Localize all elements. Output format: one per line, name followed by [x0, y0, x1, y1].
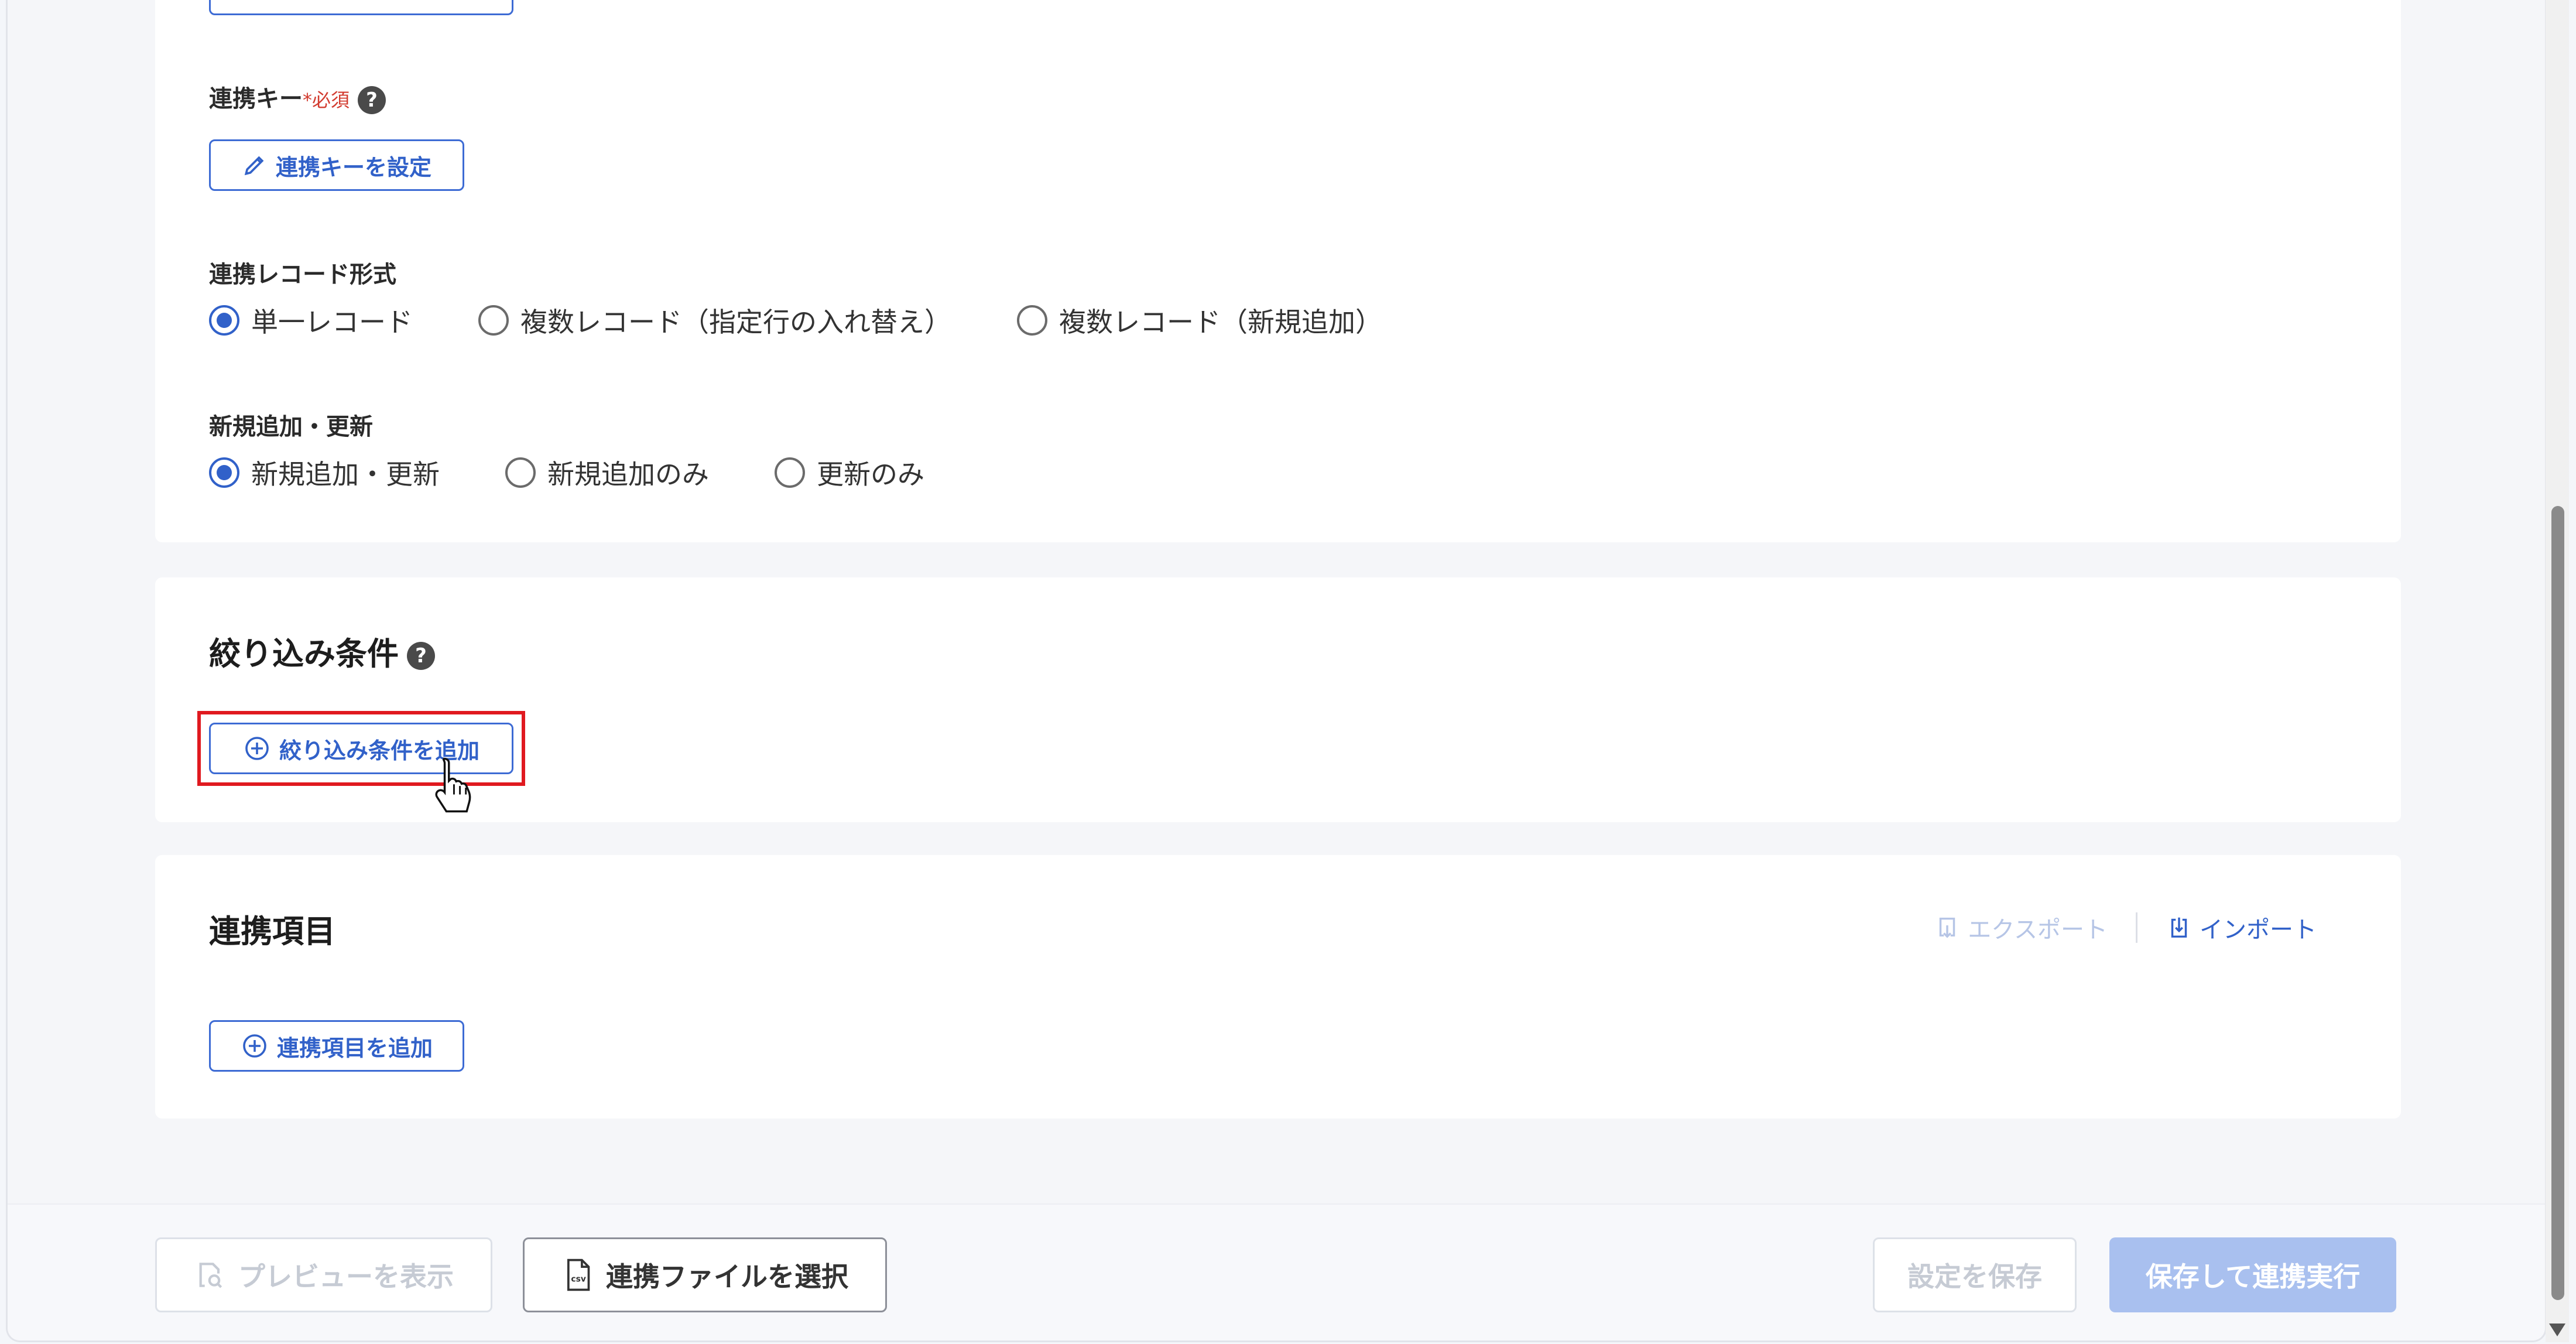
export-link[interactable]: エクスポート	[1934, 911, 2108, 945]
preview-button-label: プレビューを表示	[238, 1261, 454, 1292]
export-icon	[1939, 917, 1955, 938]
required-text: 必須	[312, 89, 350, 111]
plus-circle-icon	[243, 1034, 266, 1058]
radio-button[interactable]	[478, 305, 509, 336]
previous-button-partial[interactable]	[209, 0, 513, 15]
link-divider	[2136, 912, 2137, 943]
settings-panel: 連携キー*必須? 連携キーを設定 連携レコード形式 単一レコード 複数レコード（…	[6, 0, 2547, 1342]
integration-key-label: 連携キー*必須?	[209, 80, 386, 114]
hand-cursor-icon	[435, 758, 471, 813]
add-integration-field-label: 連携項目を追加	[276, 1035, 433, 1061]
radio-button[interactable]	[209, 457, 239, 488]
record-format-label: 連携レコード形式	[209, 261, 396, 288]
radio-button[interactable]	[505, 457, 536, 488]
save-settings-label: 設定を保存	[1907, 1261, 2042, 1292]
radio-option-single-record[interactable]: 単一レコード	[209, 301, 413, 340]
select-file-label: 連携ファイルを選択	[606, 1261, 848, 1292]
fields-section-title: 連携項目	[209, 913, 335, 950]
radio-button[interactable]	[209, 305, 239, 336]
pencil-icon	[244, 156, 264, 176]
radio-option-update-only[interactable]: 更新のみ	[775, 453, 924, 492]
preview-search-icon	[199, 1263, 222, 1288]
export-import-links: エクスポート インポート	[1934, 911, 2317, 945]
csv-file-icon: csv	[567, 1258, 590, 1291]
radio-button[interactable]	[775, 457, 805, 488]
scrollbar-thumb[interactable]	[2551, 506, 2564, 1300]
radio-label: 更新のみ	[817, 459, 924, 490]
save-and-run-label: 保存して連携実行	[2145, 1261, 2361, 1292]
record-format-radio-group: 単一レコード 複数レコード（指定行の入れ替え） 複数レコード（新規追加）	[209, 301, 1448, 340]
filter-title-text: 絞り込み条件	[209, 635, 399, 672]
select-integration-file-button[interactable]: csv 連携ファイルを選択	[523, 1237, 887, 1312]
add-integration-field-button[interactable]: 連携項目を追加	[209, 1020, 464, 1072]
radio-option-multi-add[interactable]: 複数レコード（新規追加）	[1017, 301, 1382, 340]
import-link[interactable]: インポート	[2166, 911, 2317, 945]
radio-label: 新規追加・更新	[251, 459, 440, 490]
help-icon[interactable]: ?	[358, 86, 386, 114]
preview-button[interactable]: プレビューを表示	[155, 1237, 492, 1312]
required-mark: *	[303, 89, 312, 111]
vertical-scrollbar[interactable]	[2546, 0, 2569, 1342]
radio-option-add-update[interactable]: 新規追加・更新	[209, 453, 440, 492]
footer-action-bar: プレビューを表示 csv 連携ファイルを選択 設定を保存 保存して連携実行	[8, 1203, 2545, 1340]
radio-label: 単一レコード	[251, 306, 413, 338]
csv-icon-text: csv	[571, 1275, 585, 1284]
radio-button[interactable]	[1017, 305, 1047, 336]
import-label: インポート	[2200, 916, 2317, 943]
export-label: エクスポート	[1968, 916, 2108, 943]
scroll-down-arrow-icon[interactable]	[2549, 1324, 2565, 1336]
set-integration-key-button[interactable]: 連携キーを設定	[209, 139, 464, 191]
radio-label: 複数レコード（新規追加）	[1059, 306, 1382, 338]
integration-fields-card	[155, 855, 2401, 1119]
save-and-run-button[interactable]: 保存して連携実行	[2109, 1237, 2396, 1312]
save-settings-button[interactable]: 設定を保存	[1873, 1237, 2077, 1312]
radio-label: 新規追加のみ	[547, 459, 709, 490]
import-icon	[2171, 917, 2187, 938]
radio-option-add-only[interactable]: 新規追加のみ	[505, 453, 709, 492]
add-update-radio-group: 新規追加・更新 新規追加のみ 更新のみ	[209, 453, 990, 492]
filter-section-title: 絞り込み条件?	[209, 628, 435, 674]
radio-option-multi-replace[interactable]: 複数レコード（指定行の入れ替え）	[478, 301, 951, 340]
integration-key-label-text: 連携キー	[209, 86, 303, 112]
set-integration-key-label: 連携キーを設定	[275, 154, 431, 180]
help-icon[interactable]: ?	[407, 642, 435, 671]
add-update-label: 新規追加・更新	[209, 413, 373, 440]
radio-label: 複数レコード（指定行の入れ替え）	[520, 306, 951, 338]
